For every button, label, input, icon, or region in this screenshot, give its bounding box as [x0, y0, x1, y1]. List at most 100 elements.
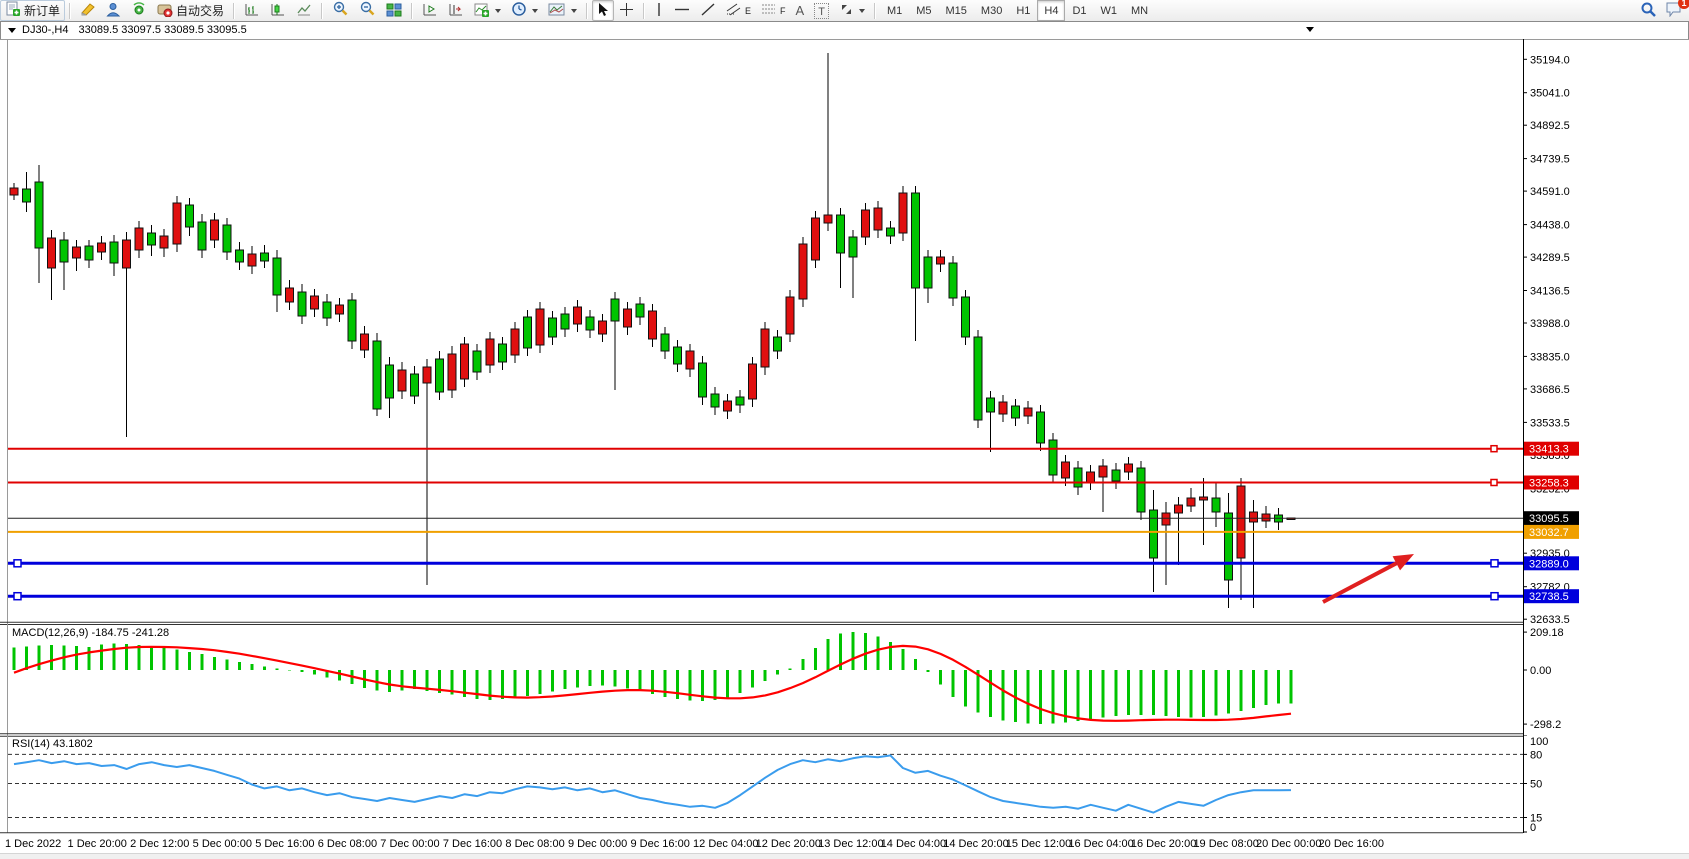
- svg-text:34892.5: 34892.5: [1530, 120, 1570, 132]
- toolbar-separator: [233, 3, 235, 19]
- dropdown-arrow-icon: [859, 9, 865, 13]
- timeframe-H1[interactable]: H1: [1009, 0, 1037, 21]
- time-axis-label: 20 Dec 16:00: [1319, 838, 1384, 850]
- timeframe-MN[interactable]: MN: [1124, 0, 1155, 21]
- fibonacci-tool-button[interactable]: F: [756, 0, 791, 21]
- chart-shift-button[interactable]: [443, 0, 469, 21]
- svg-text:34438.0: 34438.0: [1530, 220, 1570, 232]
- indicators-button[interactable]: [469, 0, 506, 21]
- svg-text:33032.7: 33032.7: [1529, 527, 1569, 539]
- macd-pane[interactable]: 209.180.00-298.2: [0, 623, 1689, 735]
- line-chart-mode-button[interactable]: [291, 0, 317, 21]
- timeframe-M1[interactable]: M1: [880, 0, 909, 21]
- svg-text:35041.0: 35041.0: [1530, 88, 1570, 100]
- new-order-icon: [5, 1, 21, 20]
- svg-text:34591.0: 34591.0: [1530, 186, 1570, 198]
- auto-scroll-button[interactable]: [417, 0, 443, 21]
- horizontal-line-tool-button[interactable]: [669, 0, 695, 21]
- svg-text:33258.3: 33258.3: [1529, 478, 1569, 490]
- price-chart-pane[interactable]: 35194.035041.034892.534739.534591.034438…: [0, 39, 1689, 623]
- candlestick-mode-button[interactable]: [265, 0, 291, 21]
- chart-shift-icon: [448, 2, 464, 20]
- line-chart-icon: [296, 2, 312, 20]
- zoom-out-button[interactable]: [354, 0, 381, 21]
- rsi-pane[interactable]: 1008050150: [0, 735, 1689, 835]
- timeframe-M30[interactable]: M30: [974, 0, 1009, 21]
- styler-button[interactable]: [75, 0, 101, 21]
- time-axis[interactable]: 1 Dec 20221 Dec 20:002 Dec 12:005 Dec 00…: [0, 835, 1689, 853]
- crosshair-tool-button[interactable]: [614, 0, 639, 21]
- zoom-in-button[interactable]: [327, 0, 354, 21]
- time-axis-label: 13 Dec 12:00: [818, 838, 883, 850]
- arrows-tool-button[interactable]: [834, 0, 870, 21]
- marker-icon: [80, 2, 96, 19]
- channel-tool-button[interactable]: E: [721, 0, 756, 21]
- trendline-tool-button[interactable]: [695, 0, 721, 21]
- templates-button[interactable]: [543, 0, 582, 21]
- autotrading-button[interactable]: 自动交易: [152, 0, 229, 21]
- svg-text:33835.0: 33835.0: [1530, 351, 1570, 363]
- time-axis-label: 6 Dec 08:00: [318, 838, 377, 850]
- label-tool-button[interactable]: T: [809, 0, 834, 21]
- timeframe-M15[interactable]: M15: [939, 0, 974, 21]
- toolbar-separator: [321, 3, 323, 19]
- chart-ohlc-values: 33089.5 33097.5 33089.5 33095.5: [78, 24, 246, 36]
- macd-indicator-label: MACD(12,26,9) -184.75 -241.28: [12, 627, 169, 639]
- dropdown-arrow-icon: [532, 9, 538, 13]
- rsi-indicator-label: RSI(14) 43.1802: [12, 738, 93, 750]
- toolbar-right-group: 1: [1640, 0, 1683, 21]
- svg-text:32738.5: 32738.5: [1529, 591, 1569, 603]
- arrows-icon: [839, 2, 854, 20]
- profiles-button[interactable]: [101, 0, 126, 21]
- svg-text:32889.0: 32889.0: [1529, 558, 1569, 570]
- scroll-marker-icon[interactable]: [1306, 27, 1314, 32]
- horizontal-line-icon: [674, 2, 690, 20]
- time-axis-label: 1 Dec 2022: [5, 838, 61, 850]
- chart-title-row: DJ30-,H4 33089.5 33097.5 33089.5 33095.5: [1, 22, 1688, 38]
- chevron-down-icon[interactable]: [8, 28, 16, 33]
- crosshair-icon: [619, 2, 634, 20]
- toolbar-separator: [874, 3, 876, 19]
- timeframe-D1[interactable]: D1: [1065, 0, 1093, 21]
- bar-chart-mode-button[interactable]: [239, 0, 265, 21]
- tile-windows-button[interactable]: [381, 0, 407, 21]
- time-axis-label: 15 Dec 12:00: [1006, 838, 1071, 850]
- text-tool-icon: A: [796, 3, 805, 18]
- time-axis-label: 16 Dec 20:00: [1131, 838, 1196, 850]
- svg-text:33413.3: 33413.3: [1529, 444, 1569, 456]
- signals-button[interactable]: [126, 0, 152, 21]
- fibo-letter: F: [780, 6, 786, 16]
- svg-text:33686.5: 33686.5: [1530, 384, 1570, 396]
- svg-text:34739.5: 34739.5: [1530, 154, 1570, 166]
- notification-badge: 1: [1678, 0, 1689, 9]
- periods-button[interactable]: [506, 0, 543, 21]
- timeframe-H4[interactable]: H4: [1037, 0, 1065, 21]
- timeframe-group: M1M5M15M30H1H4D1W1MN: [880, 0, 1155, 21]
- vertical-line-tool-button[interactable]: [649, 0, 669, 21]
- dropdown-arrow-icon: [571, 9, 577, 13]
- window-bottom-edge: [0, 853, 1689, 859]
- time-axis-label: 12 Dec 04:00: [693, 838, 758, 850]
- new-order-button[interactable]: 新订单: [0, 0, 65, 21]
- search-icon[interactable]: [1640, 1, 1657, 21]
- clock-icon: [511, 1, 527, 20]
- vertical-line-icon: [654, 2, 664, 20]
- time-axis-label: 16 Dec 04:00: [1068, 838, 1133, 850]
- autotrading-icon: [157, 2, 173, 20]
- autotrading-label: 自动交易: [176, 2, 224, 19]
- new-order-label: 新订单: [24, 2, 60, 19]
- time-axis-label: 8 Dec 08:00: [505, 838, 564, 850]
- chat-notifications-icon[interactable]: 1: [1665, 1, 1683, 20]
- svg-text:100: 100: [1530, 736, 1548, 748]
- time-axis-label: 2 Dec 12:00: [130, 838, 189, 850]
- zoom-out-icon: [359, 1, 376, 20]
- timeframe-M5[interactable]: M5: [909, 0, 938, 21]
- svg-text:33988.0: 33988.0: [1530, 318, 1570, 330]
- time-axis-label: 14 Dec 20:00: [943, 838, 1008, 850]
- channel-letter: E: [745, 6, 751, 16]
- cursor-tool-button[interactable]: [592, 0, 614, 21]
- timeframe-W1[interactable]: W1: [1094, 0, 1125, 21]
- fibonacci-icon: [761, 2, 777, 20]
- time-axis-label: 20 Dec 00:00: [1256, 838, 1321, 850]
- text-tool-button[interactable]: A: [791, 0, 810, 21]
